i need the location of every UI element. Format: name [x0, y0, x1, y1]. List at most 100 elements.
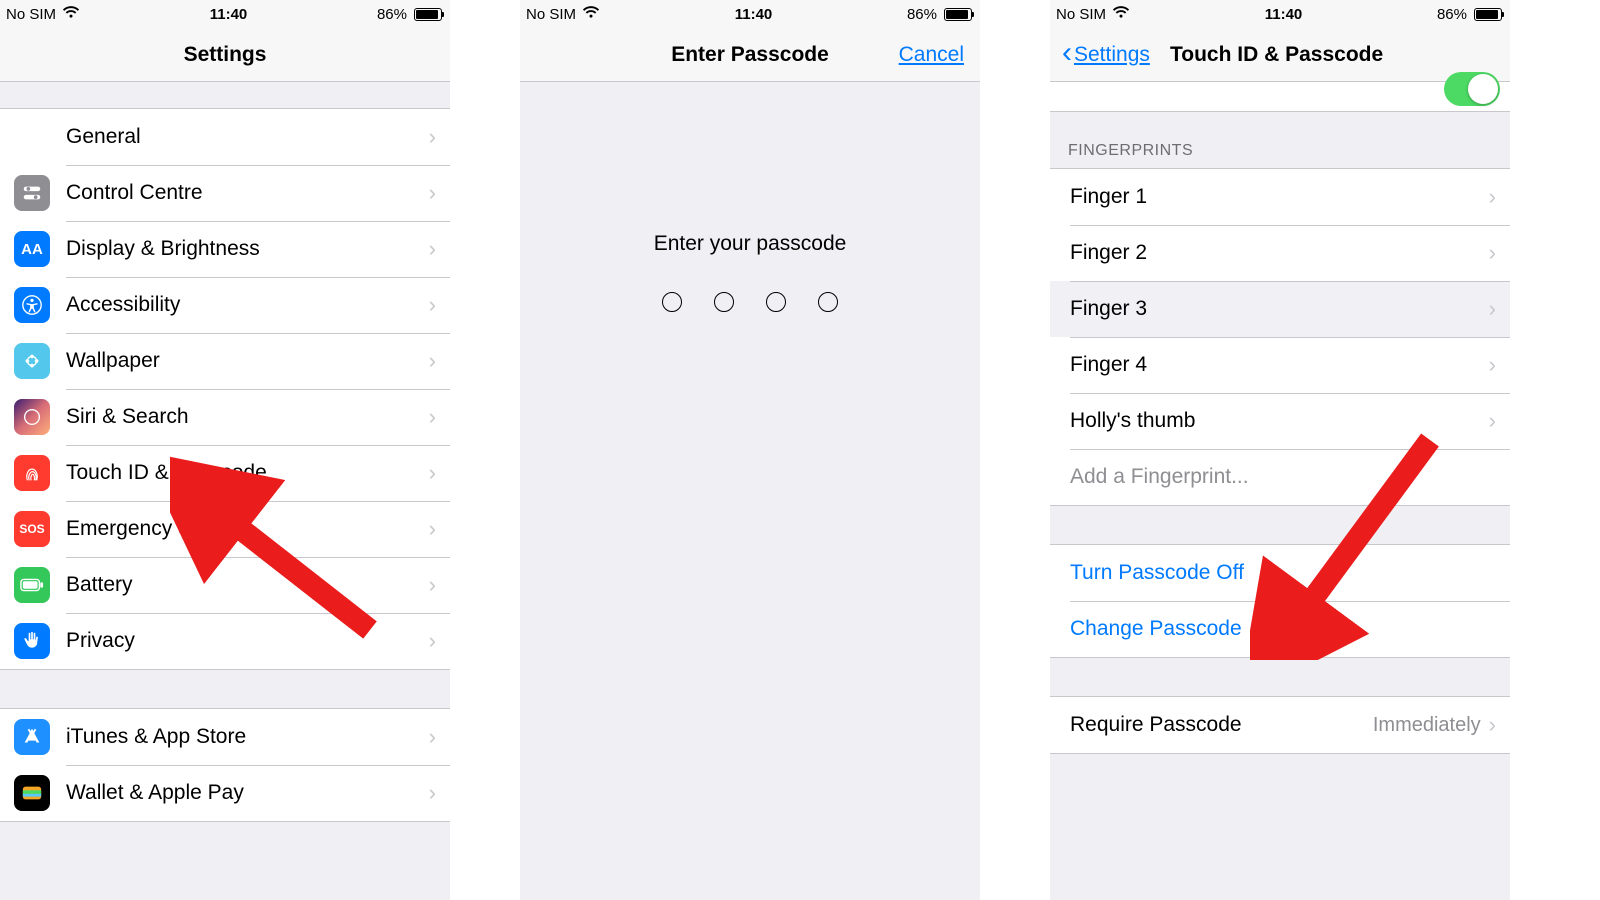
battery-icon: [14, 567, 50, 603]
screen-touchid-passcode: No SIM 11:40 86% ‹ Settings Touch ID & P…: [1050, 0, 1510, 900]
row-touchid-passcode[interactable]: Touch ID & Passcode ›: [0, 445, 450, 501]
row-emergency-sos[interactable]: SOS Emergency SOS ›: [0, 501, 450, 557]
battery-percent: 86%: [907, 6, 937, 23]
chevron-right-icon: ›: [429, 180, 436, 206]
row-label: Emergency SOS: [66, 517, 429, 541]
partial-toggle-row: [1050, 82, 1510, 112]
battery-icon: [1471, 8, 1504, 21]
clock: 11:40: [210, 6, 248, 23]
battery-percent: 86%: [1437, 6, 1467, 23]
row-label: Holly's thumb: [1070, 409, 1489, 433]
wifi-icon: [582, 5, 600, 23]
back-label: Settings: [1074, 43, 1150, 67]
chevron-right-icon: ›: [429, 780, 436, 806]
row-label: Accessibility: [66, 293, 429, 317]
chevron-right-icon: ›: [429, 628, 436, 654]
sos-icon: SOS: [14, 511, 50, 547]
passcode-dots: [662, 292, 838, 312]
row-label: Wallpaper: [66, 349, 429, 373]
chevron-right-icon: ›: [429, 236, 436, 262]
row-label: Turn Passcode Off: [1070, 561, 1510, 585]
status-bar: No SIM 11:40 86%: [1050, 0, 1510, 28]
row-accessibility[interactable]: Accessibility ›: [0, 277, 450, 333]
chevron-right-icon: ›: [429, 124, 436, 150]
nav-bar: Enter Passcode Cancel: [520, 28, 980, 82]
hand-icon: [14, 623, 50, 659]
row-siri-search[interactable]: Siri & Search ›: [0, 389, 450, 445]
row-label: Privacy: [66, 629, 429, 653]
carrier-label: No SIM: [6, 6, 56, 23]
passcode-dot: [818, 292, 838, 312]
battery-icon: [941, 8, 974, 21]
row-wallpaper[interactable]: Wallpaper ›: [0, 333, 450, 389]
passcode-actions-group: Turn Passcode Off Change Passcode: [1050, 544, 1510, 658]
chevron-right-icon: ›: [1489, 184, 1496, 210]
row-itunes-appstore[interactable]: iTunes & App Store ›: [0, 709, 450, 765]
fingerprint-icon: [14, 455, 50, 491]
settings-group-1: General › Control Centre › AA Display & …: [0, 108, 450, 670]
row-general[interactable]: General ›: [0, 109, 450, 165]
text-size-icon: AA: [14, 231, 50, 267]
page-title: Settings: [0, 43, 450, 67]
chevron-right-icon: ›: [429, 460, 436, 486]
section-header-fingerprints: FINGERPRINTS: [1050, 112, 1510, 168]
wallpaper-icon: [14, 343, 50, 379]
siri-icon: [14, 399, 50, 435]
row-label: Wallet & Apple Pay: [66, 781, 429, 805]
wifi-icon: [62, 5, 80, 23]
wallet-icon: [14, 775, 50, 811]
row-wallet-applepay[interactable]: Wallet & Apple Pay ›: [0, 765, 450, 821]
chevron-left-icon: ‹: [1062, 38, 1072, 68]
add-fingerprint-row[interactable]: Add a Fingerprint...: [1050, 449, 1510, 505]
fingerprint-row[interactable]: Finger 1 ›: [1050, 169, 1510, 225]
row-label: Battery: [66, 573, 429, 597]
require-passcode-row[interactable]: Require Passcode Immediately ›: [1050, 697, 1510, 753]
row-label: Finger 2: [1070, 241, 1489, 265]
battery-icon: [411, 8, 444, 21]
chevron-right-icon: ›: [1489, 408, 1496, 434]
page-title: Touch ID & Passcode: [1170, 43, 1383, 67]
fingerprint-row[interactable]: Holly's thumb ›: [1050, 393, 1510, 449]
nav-bar: Settings: [0, 28, 450, 82]
screen-settings: No SIM 11:40 86% Settings General ›: [0, 0, 450, 900]
row-battery[interactable]: Battery ›: [0, 557, 450, 613]
row-control-centre[interactable]: Control Centre ›: [0, 165, 450, 221]
chevron-right-icon: ›: [1489, 352, 1496, 378]
passcode-dot: [714, 292, 734, 312]
row-label: Require Passcode: [1070, 713, 1373, 737]
carrier-label: No SIM: [1056, 6, 1106, 23]
chevron-right-icon: ›: [429, 724, 436, 750]
row-label: Finger 1: [1070, 185, 1489, 209]
toggle-switch[interactable]: [1444, 72, 1500, 106]
row-label: Finger 3: [1070, 297, 1489, 321]
chevron-right-icon: ›: [1489, 712, 1496, 738]
change-passcode-row[interactable]: Change Passcode: [1050, 601, 1510, 657]
row-label: General: [66, 125, 429, 149]
chevron-right-icon: ›: [1489, 240, 1496, 266]
row-label: Display & Brightness: [66, 237, 429, 261]
clock: 11:40: [1265, 6, 1303, 23]
nav-bar: ‹ Settings Touch ID & Passcode: [1050, 28, 1510, 82]
fingerprint-row[interactable]: Finger 4 ›: [1050, 337, 1510, 393]
fingerprint-row[interactable]: Finger 2 ›: [1050, 225, 1510, 281]
passcode-dot: [766, 292, 786, 312]
chevron-right-icon: ›: [429, 348, 436, 374]
chevron-right-icon: ›: [429, 516, 436, 542]
row-display-brightness[interactable]: AA Display & Brightness ›: [0, 221, 450, 277]
row-label: Siri & Search: [66, 405, 429, 429]
turn-passcode-off-row[interactable]: Turn Passcode Off: [1050, 545, 1510, 601]
accessibility-icon: [14, 287, 50, 323]
appstore-icon: [14, 719, 50, 755]
wifi-icon: [1112, 5, 1130, 23]
cancel-button[interactable]: Cancel: [899, 43, 964, 67]
passcode-dot: [662, 292, 682, 312]
screen-enter-passcode: No SIM 11:40 86% Enter Passcode Cancel E…: [520, 0, 980, 900]
fingerprint-row[interactable]: Finger 3 ›: [1050, 281, 1510, 337]
row-privacy[interactable]: Privacy ›: [0, 613, 450, 669]
chevron-right-icon: ›: [429, 572, 436, 598]
row-label: iTunes & App Store: [66, 725, 429, 749]
back-button[interactable]: ‹ Settings: [1062, 42, 1150, 68]
clock: 11:40: [735, 6, 773, 23]
status-bar: No SIM 11:40 86%: [0, 0, 450, 28]
carrier-label: No SIM: [526, 6, 576, 23]
